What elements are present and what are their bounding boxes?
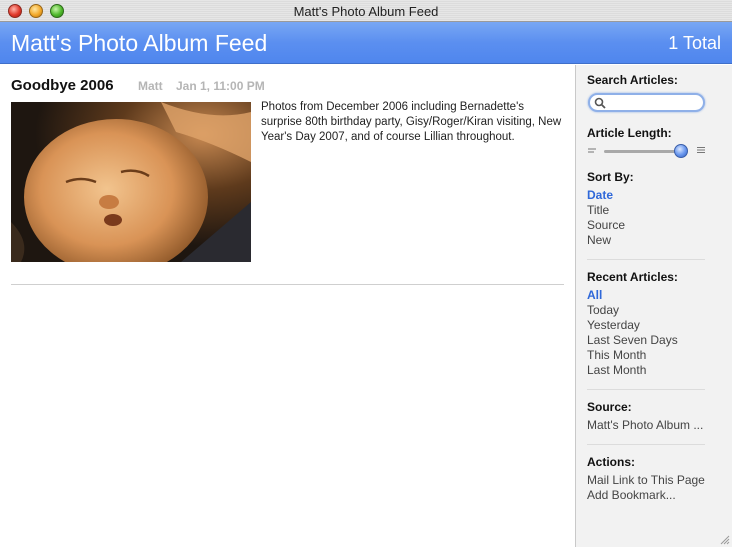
recent-yesterday[interactable]: Yesterday [587,318,640,332]
mail-link-action[interactable]: Mail Link to This Page [587,473,705,487]
baby-photo-image [11,102,251,262]
recent-today[interactable]: Today [587,303,619,317]
sidebar: Search Articles: Article Length: Sort By… [575,65,732,547]
sort-by-title[interactable]: Title [587,203,609,217]
search-heading: Search Articles: [587,73,678,87]
sort-by-new[interactable]: New [587,233,611,247]
article-length-slider[interactable] [604,150,684,153]
search-input[interactable] [608,96,700,110]
long-length-icon [697,147,705,153]
sort-by-heading: Sort By: [587,170,634,184]
feed-title: Matt's Photo Album Feed [11,30,268,56]
article-summary: Photos from December 2006 including Bern… [261,101,562,143]
window-title: Matt's Photo Album Feed [293,4,439,19]
article-length-slider-knob[interactable] [674,144,688,158]
article-author: Matt [138,79,163,93]
sort-by-date[interactable]: Date [587,188,613,202]
article-divider [11,284,564,285]
article-date: Jan 1, 11:00 PM [176,79,265,93]
feed-header: Matt's Photo Album Feed 1 Total [0,22,732,64]
short-length-icon [588,148,596,153]
sidebar-divider [587,389,705,390]
article-photo[interactable] [11,102,251,262]
sidebar-divider [587,259,705,260]
recent-this-month[interactable]: This Month [587,348,646,362]
magnifier-icon [594,97,606,109]
recent-articles-heading: Recent Articles: [587,270,678,284]
article-list: Goodbye 2006 Matt Jan 1, 11:00 PM Photos… [0,65,575,547]
sort-by-source[interactable]: Source [587,218,625,232]
recent-last-month[interactable]: Last Month [587,363,646,377]
resize-grip-icon[interactable] [719,534,730,545]
source-heading: Source: [587,400,632,414]
search-field[interactable] [588,93,705,112]
article-length-heading: Article Length: [587,126,672,140]
actions-heading: Actions: [587,455,635,469]
recent-all[interactable]: All [587,288,602,302]
add-bookmark-action[interactable]: Add Bookmark... [587,488,676,502]
source-item[interactable]: Matt's Photo Album ... [587,418,703,432]
article-count: 1 Total [668,33,721,53]
sidebar-divider [587,444,705,445]
window-titlebar[interactable]: Matt's Photo Album Feed [0,0,732,22]
recent-last-seven-days[interactable]: Last Seven Days [587,333,678,347]
article-title[interactable]: Goodbye 2006 [11,77,114,94]
